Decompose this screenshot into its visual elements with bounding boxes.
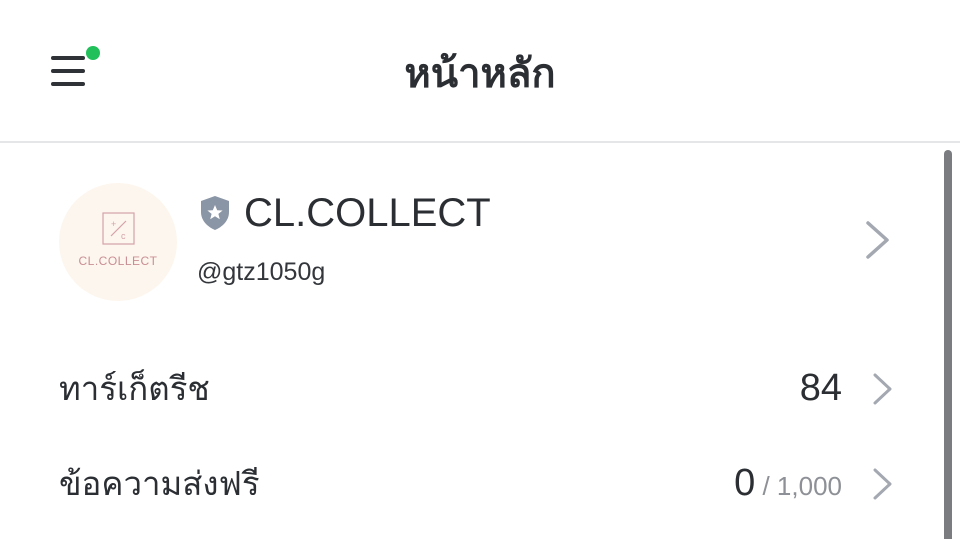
top-header: หน้าหลัก (0, 0, 960, 143)
free-messages-limit: / 1,000 (755, 471, 842, 501)
chevron-right-icon (866, 221, 889, 259)
target-reach-label: ทาร์เก็ตรีช (59, 369, 210, 408)
brand-logo-icon: + c (102, 212, 135, 245)
avatar: + c CL.COLLECT (59, 183, 177, 301)
free-messages-label: ข้อความส่งฟรี (59, 464, 260, 503)
account-profile-card[interactable]: + c CL.COLLECT CL.COLLECT @gtz1050g (0, 150, 940, 330)
free-messages-value: 0 / 1,000 (734, 459, 842, 510)
free-messages-row[interactable]: ข้อความส่งฟรี 0 / 1,000 (0, 443, 940, 523)
svg-text:c: c (121, 231, 126, 241)
scrollbar[interactable] (944, 150, 952, 539)
account-id: @gtz1050g (197, 258, 326, 286)
avatar-logo-text: CL.COLLECT (78, 254, 158, 268)
page-title: หน้าหลัก (404, 51, 556, 97)
shield-star-icon (201, 196, 229, 230)
account-name: CL.COLLECT (244, 191, 491, 235)
chevron-right-icon (873, 468, 892, 500)
app-root: หน้าหลัก + c CL.COLLECT CL.COLLECT @gtz1… (0, 0, 960, 539)
svg-text:+: + (111, 219, 116, 229)
target-reach-row[interactable]: ทาร์เก็ตรีช 84 (0, 348, 940, 428)
free-messages-count: 0 (734, 462, 756, 504)
chevron-right-icon (873, 373, 892, 405)
target-reach-count: 84 (799, 367, 842, 409)
target-reach-value: 84 (800, 364, 842, 415)
